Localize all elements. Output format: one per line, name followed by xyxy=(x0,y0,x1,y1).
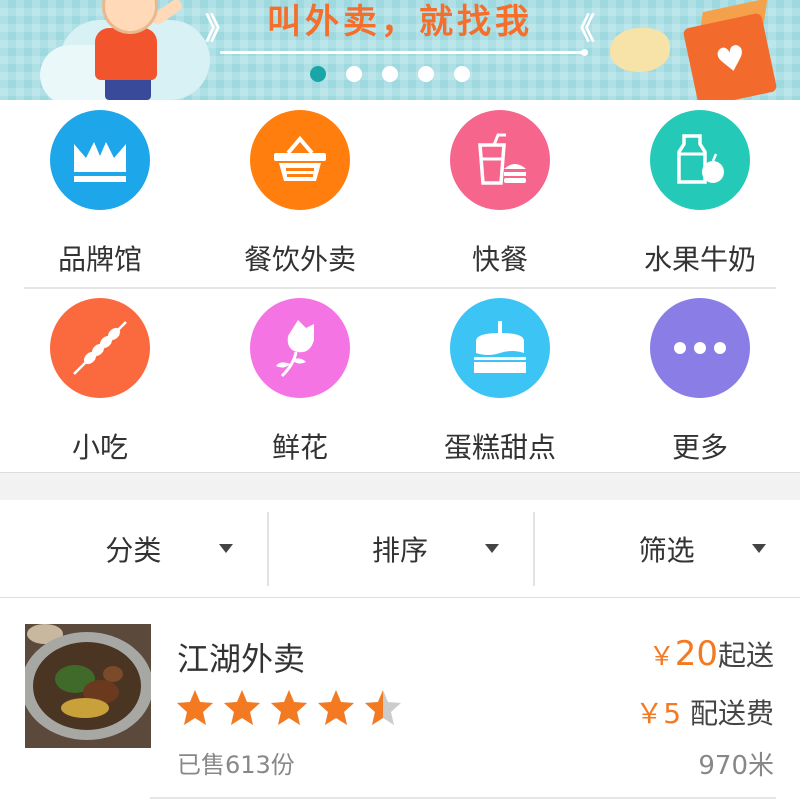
category-label: 快餐 xyxy=(471,243,528,276)
category-food-delivery[interactable]: 餐饮外卖 xyxy=(200,110,400,278)
filter-label: 筛选 xyxy=(638,533,695,567)
category-label: 鲜花 xyxy=(271,431,328,464)
carousel-dot[interactable] xyxy=(310,66,326,82)
store-name: 江湖外卖 xyxy=(177,640,306,678)
star-icon xyxy=(365,690,401,725)
carousel-indicator xyxy=(310,66,470,82)
store-thumbnail xyxy=(25,624,151,748)
list-divider xyxy=(150,797,776,799)
filter-sort-dropdown[interactable]: 排序 xyxy=(266,500,534,597)
category-fruit-milk[interactable]: 水果牛奶 xyxy=(600,110,800,278)
category-label: 餐饮外卖 xyxy=(243,243,356,276)
category-food-delivery-circle xyxy=(250,110,350,210)
category-grid: 品牌馆 餐饮外卖 快餐 水果牛奶 小吃 鲜花 蛋糕甜点 更多 xyxy=(0,100,800,472)
delivery-fee-label: 配送费 xyxy=(689,697,774,730)
category-fast-food[interactable]: 快餐 xyxy=(400,110,600,278)
promo-banner[interactable]: 》 叫外卖，就找我 《 ♥ xyxy=(0,0,800,100)
skewer-icon xyxy=(73,321,127,375)
cake-icon xyxy=(474,321,526,373)
category-label: 蛋糕甜点 xyxy=(443,431,556,464)
banner-slogan: 叫外卖，就找我 xyxy=(267,2,533,42)
category-more-circle xyxy=(650,298,750,398)
caret-down-icon xyxy=(218,544,233,553)
banner-chevron-right: 《 xyxy=(565,12,595,47)
delivery-fee-price: ￥5 xyxy=(635,697,682,730)
star-icon xyxy=(177,690,213,725)
food-photo xyxy=(25,624,151,748)
fastfood-icon xyxy=(478,133,526,185)
category-label: 品牌馆 xyxy=(57,243,142,276)
category-snack[interactable]: 小吃 xyxy=(0,298,200,466)
store-min-order: ￥20起送 xyxy=(649,634,774,674)
category-cake-dessert-circle xyxy=(450,298,550,398)
category-fruit-milk-circle xyxy=(650,110,750,210)
category-fast-food-circle xyxy=(450,110,550,210)
category-brand-circle xyxy=(50,110,150,210)
store-delivery-fee: ￥5 配送费 xyxy=(635,692,774,732)
category-flowers[interactable]: 鲜花 xyxy=(200,298,400,466)
banner-underline xyxy=(220,49,588,56)
star-icon xyxy=(271,690,307,725)
carousel-dot[interactable] xyxy=(346,66,362,82)
min-order-amount: 20 xyxy=(674,634,718,674)
rose-icon xyxy=(276,320,314,378)
carousel-dot[interactable] xyxy=(382,66,398,82)
filter-screen-dropdown[interactable]: 筛选 xyxy=(533,500,800,597)
store-rating xyxy=(175,688,403,728)
category-label: 小吃 xyxy=(71,431,128,464)
carousel-dot[interactable] xyxy=(454,66,470,82)
caret-down-icon xyxy=(485,544,500,553)
crown-icon xyxy=(74,142,126,182)
filter-label: 排序 xyxy=(372,533,429,567)
store-distance: 970米 xyxy=(698,751,774,781)
banner-palette-illustration xyxy=(610,28,670,72)
more-icon xyxy=(674,342,726,354)
basket-icon xyxy=(274,135,326,181)
category-flowers-circle xyxy=(250,298,350,398)
caret-down-icon xyxy=(752,544,767,553)
min-order-currency: ￥ xyxy=(648,642,675,672)
star-icon xyxy=(224,690,260,725)
filter-bar: 分类 排序 筛选 xyxy=(0,500,800,598)
category-brand[interactable]: 品牌馆 xyxy=(0,110,200,278)
store-list-item[interactable]: 江湖外卖 已售613份 ￥20起送 ￥5 配送费 970米 xyxy=(0,598,800,800)
category-label: 水果牛奶 xyxy=(643,243,756,276)
section-separator xyxy=(0,472,800,500)
star-icon xyxy=(318,690,354,725)
category-cake-dessert[interactable]: 蛋糕甜点 xyxy=(400,298,600,466)
min-order-suffix: 起送 xyxy=(717,639,774,672)
banner-kid-illustration xyxy=(95,28,157,80)
filter-label: 分类 xyxy=(105,533,162,567)
grid-divider xyxy=(24,287,776,289)
category-more[interactable]: 更多 xyxy=(600,298,800,466)
category-snack-circle xyxy=(50,298,150,398)
filter-category-dropdown[interactable]: 分类 xyxy=(0,500,267,597)
store-sold-count: 已售613份 xyxy=(177,751,295,779)
category-label: 更多 xyxy=(671,431,728,464)
milk-apple-icon xyxy=(677,134,724,184)
carousel-dot[interactable] xyxy=(418,66,434,82)
